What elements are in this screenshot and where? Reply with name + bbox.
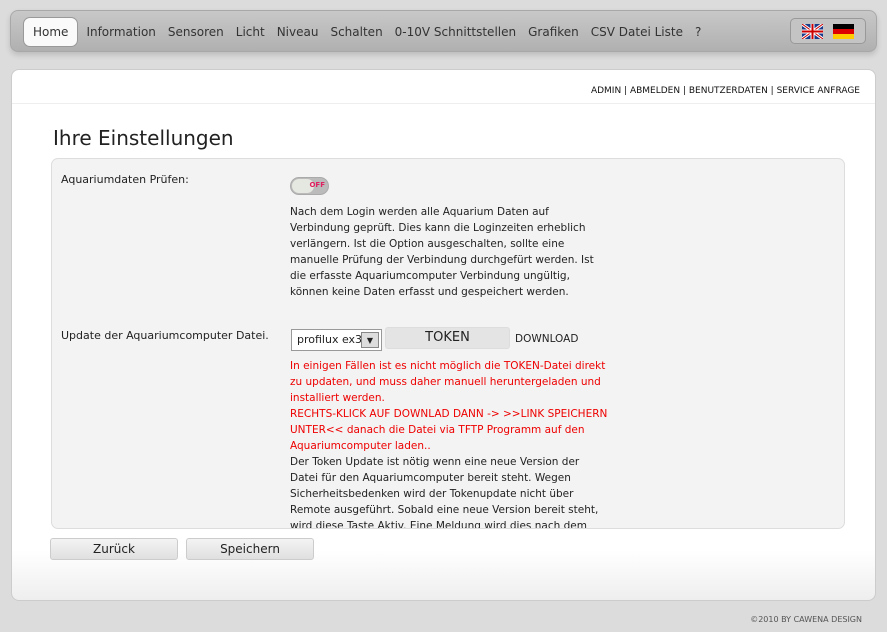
nav-licht[interactable]: Licht [230,18,271,46]
language-switcher [790,18,866,44]
nav-help[interactable]: ? [689,18,707,46]
nav-schalten[interactable]: Schalten [324,18,388,46]
separator: | [767,86,777,96]
chevron-down-icon: ▼ [361,332,379,348]
separator: | [680,86,689,96]
nav-niveau[interactable]: Niveau [271,18,325,46]
warning-text: In einigen Fällen ist es nicht möglich d… [290,360,606,404]
check-toggle[interactable]: OFF [290,177,329,195]
german-flag-icon[interactable] [833,23,854,39]
admin-link[interactable]: ADMIN [591,86,621,96]
save-button[interactable]: Speichern [186,538,314,560]
toggle-state: OFF [309,181,325,189]
back-button[interactable]: Zurück [50,538,178,560]
nav-schnittstellen[interactable]: 0-10V Schnittstellen [389,18,522,46]
user-links: ADMIN | ABMELDEN | BENUTZERDATEN | SERVI… [591,86,860,96]
nav-grafiken[interactable]: Grafiken [522,18,585,46]
content-area: ADMIN | ABMELDEN | BENUTZERDATEN | SERVI… [11,69,876,601]
footer-credit: ©2010 BY CAWENA DESIGN [750,615,862,624]
logout-link[interactable]: ABMELDEN [630,86,680,96]
download-instructions: RECHTS-KLICK AUF DOWNLAD DANN -> >>LINK … [290,408,608,452]
download-link[interactable]: DOWNLOAD [515,333,578,345]
page-title: Ihre Einstellungen [53,126,234,150]
nav-csv[interactable]: CSV Datei Liste [585,18,689,46]
nav-home[interactable]: Home [23,17,79,47]
update-info: In einigen Fällen ist es nicht möglich d… [290,358,610,529]
settings-panel: Aquariumdaten Prüfen: OFF Nach dem Login… [51,158,845,529]
check-label: Aquariumdaten Prüfen: [61,173,189,186]
update-label: Update der Aquariumcomputer Datei. [61,329,269,342]
select-value: profilux ex3 [297,333,363,346]
main-nav: Home Information Sensoren Licht Niveau S… [10,10,877,52]
userdata-link[interactable]: BENUTZERDATEN [689,86,768,96]
nav-information[interactable]: Information [80,18,161,46]
separator: | [621,86,630,96]
divider [12,103,875,104]
uk-flag-icon[interactable] [802,23,823,39]
token-info: Der Token Update ist nötig wenn eine neu… [290,456,599,529]
nav-sensoren[interactable]: Sensoren [162,18,230,46]
computer-select[interactable]: profilux ex3 ▼ [291,329,382,351]
check-description: Nach dem Login werden alle Aquarium Date… [290,206,594,298]
service-link[interactable]: SERVICE ANFRAGE [777,86,860,96]
token-button[interactable]: TOKEN [385,327,510,349]
